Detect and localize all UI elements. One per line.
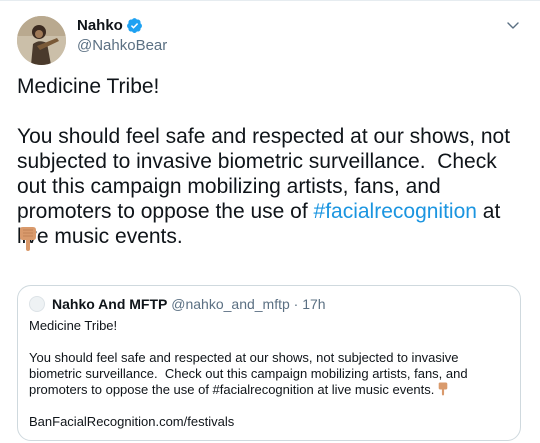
author-handle[interactable]: @NahkoBear bbox=[77, 37, 167, 54]
avatar-image bbox=[17, 16, 66, 65]
quoted-header: Nahko And MFTP @nahko_and_mftp · 17h bbox=[52, 296, 326, 313]
quoted-timestamp: 17h bbox=[302, 296, 326, 312]
author-name-row: Nahko bbox=[77, 17, 143, 34]
chevron-down-icon[interactable] bbox=[504, 16, 522, 34]
display-name[interactable]: Nahko bbox=[77, 17, 123, 34]
quoted-link[interactable]: BanFacialRecognition.com/festivals bbox=[29, 414, 234, 429]
quoted-text: Medicine Tribe! You should feel safe and… bbox=[29, 318, 509, 398]
quoted-avatar bbox=[29, 296, 45, 312]
quoted-author-handle: @nahko_and_mftp bbox=[171, 296, 290, 312]
hashtag-link[interactable]: #facialrecognition bbox=[314, 200, 477, 223]
avatar[interactable] bbox=[17, 16, 66, 65]
tweet-intro: Medicine Tribe! bbox=[17, 75, 160, 98]
quoted-author-name: Nahko And MFTP bbox=[52, 296, 168, 312]
quoted-tweet[interactable]: Nahko And MFTP @nahko_and_mftp · 17h Med… bbox=[17, 285, 521, 441]
pointing-down-emoji-icon bbox=[437, 382, 449, 396]
divider bbox=[0, 0, 540, 1]
quoted-main-text: You should feel safe and respected at ou… bbox=[29, 350, 472, 397]
tweet-card: Nahko @NahkoBear Medicine Tribe! You sho… bbox=[0, 0, 540, 443]
pointing-down-emoji-icon bbox=[17, 226, 39, 252]
verified-badge-icon bbox=[126, 17, 143, 34]
quoted-intro: Medicine Tribe! bbox=[29, 318, 118, 333]
tweet-text: Medicine Tribe! You should feel safe and… bbox=[17, 74, 527, 249]
quoted-separator: · bbox=[289, 296, 303, 312]
